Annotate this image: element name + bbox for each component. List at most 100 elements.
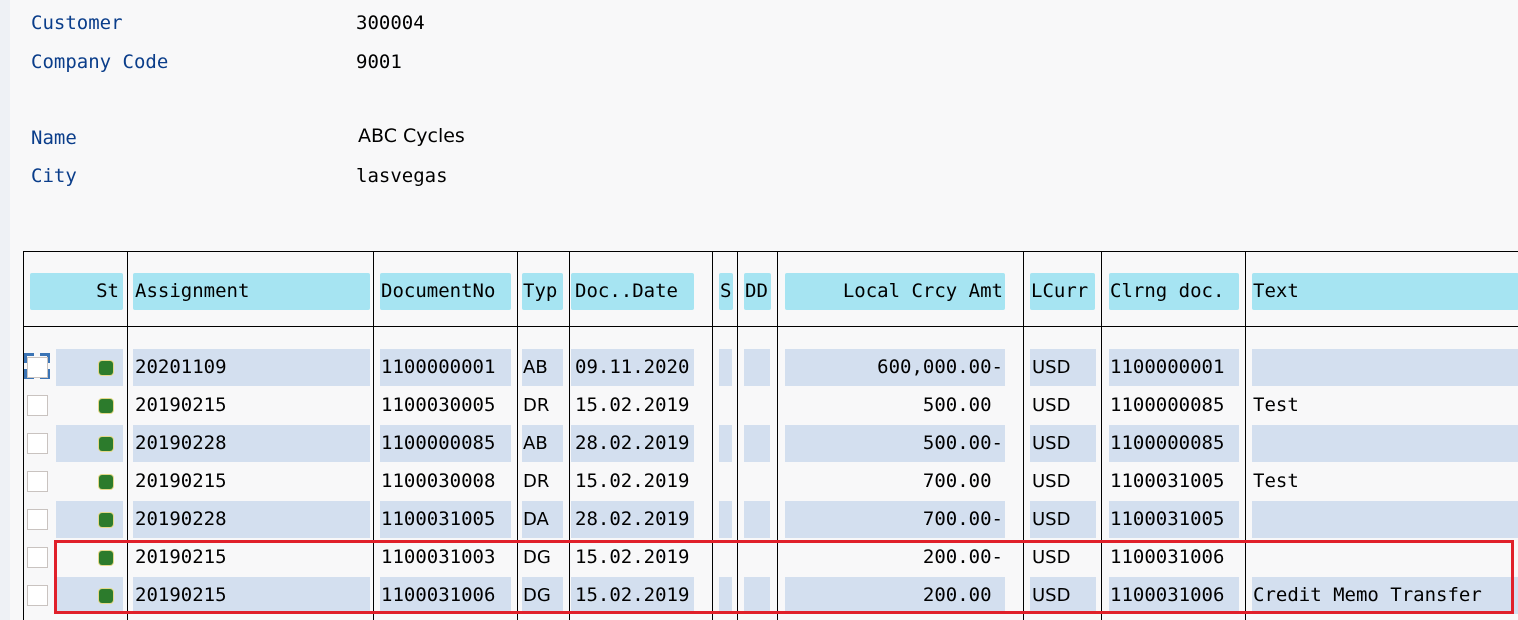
- cell-local-amt: 500.00: [922, 394, 1003, 416]
- column-divider: [23, 251, 24, 620]
- cell-dd: [744, 501, 770, 538]
- name-label: Name: [31, 127, 77, 149]
- cell-clrng-doc: 1100000001: [1109, 349, 1239, 386]
- cell-clrng-doc: 1100031006: [1110, 546, 1225, 568]
- cell-s: [719, 387, 732, 424]
- status-cell: [56, 463, 123, 500]
- cell-assignment: 20190215: [135, 394, 227, 416]
- row-select-checkbox[interactable]: [27, 433, 48, 454]
- cell-lcurr: USD: [1030, 349, 1096, 386]
- customer-value: 300004: [356, 12, 425, 34]
- column-divider: [1101, 251, 1102, 620]
- status-cell: [56, 539, 123, 576]
- table-top-border: [23, 251, 1518, 252]
- cell-assignment: 20201109: [133, 349, 370, 386]
- cell-typ: DA: [522, 501, 563, 538]
- status-cell: [56, 349, 123, 386]
- cell-document-no: 1100031005: [380, 501, 511, 538]
- cell-s: [719, 501, 732, 538]
- cell-s: [719, 463, 732, 500]
- cell-doc-date: 15.02.2019: [575, 546, 690, 568]
- cell-assignment: 20190228: [133, 425, 370, 462]
- row-select-checkbox[interactable]: [27, 357, 48, 378]
- column-divider: [1023, 251, 1024, 620]
- company-code-label: Company Code: [31, 51, 169, 73]
- status-green-icon: [99, 361, 113, 375]
- cell-text: [1252, 501, 1518, 538]
- column-divider: [712, 251, 713, 620]
- column-header-lcurr[interactable]: LCurr: [1030, 273, 1095, 310]
- row-select-checkbox[interactable]: [27, 395, 48, 416]
- column-header-st[interactable]: St: [30, 273, 123, 310]
- cell-lcurr: USD: [1032, 471, 1071, 492]
- cell-doc-date: 28.02.2019: [571, 425, 694, 462]
- cell-local-amt: 200.00-: [922, 546, 1003, 568]
- cell-local-amt: 600,000.00-: [785, 349, 1005, 386]
- cell-document-no: 1100000001: [380, 349, 511, 386]
- cell-text: [1252, 349, 1518, 386]
- row-select-checkbox[interactable]: [27, 547, 48, 568]
- cell-doc-date: 15.02.2019: [571, 577, 694, 614]
- line-items-table: St Assignment DocumentNo Typ Doc..Date S…: [23, 251, 1518, 620]
- cell-clrng-doc: 1100031006: [1109, 577, 1239, 614]
- cell-typ: DG: [522, 577, 563, 614]
- column-header-document-no[interactable]: DocumentNo: [380, 273, 511, 310]
- column-divider: [373, 251, 374, 620]
- column-header-clrng-doc[interactable]: Clrng doc.: [1109, 273, 1239, 310]
- status-cell: [56, 501, 123, 538]
- cell-text: Test: [1253, 394, 1299, 416]
- cell-dd: [744, 463, 770, 500]
- cell-text: Test: [1253, 470, 1299, 492]
- cell-assignment: 20190228: [133, 501, 370, 538]
- cell-document-no: 1100030005: [381, 394, 496, 416]
- cell-doc-date: 15.02.2019: [575, 470, 690, 492]
- cell-assignment: 20190215: [135, 470, 227, 492]
- cell-doc-date: 28.02.2019: [571, 501, 694, 538]
- cell-dd: [744, 349, 770, 386]
- cell-dd: [744, 539, 770, 576]
- cell-s: [719, 425, 732, 462]
- column-header-assignment[interactable]: Assignment: [133, 273, 370, 310]
- status-green-icon: [99, 513, 113, 527]
- column-header-doc-date[interactable]: Doc..Date: [571, 273, 694, 310]
- cell-clrng-doc: 1100000085: [1109, 425, 1239, 462]
- cell-assignment: 20190215: [133, 577, 370, 614]
- column-divider: [777, 251, 778, 620]
- column-header-text[interactable]: Text: [1252, 273, 1518, 310]
- column-header-dd[interactable]: DD: [744, 273, 771, 310]
- status-green-icon: [99, 399, 113, 413]
- cell-dd: [744, 425, 770, 462]
- cell-clrng-doc: 1100031005: [1110, 470, 1225, 492]
- cell-lcurr: USD: [1032, 547, 1071, 568]
- header-bottom-border: [23, 326, 1518, 327]
- column-divider: [1245, 251, 1246, 620]
- cell-text: [1252, 425, 1518, 462]
- customer-label: Customer: [31, 12, 123, 34]
- cell-dd: [744, 577, 770, 614]
- row-select-checkbox[interactable]: [27, 585, 48, 606]
- cell-lcurr: USD: [1032, 395, 1071, 416]
- cell-assignment: 20190215: [135, 546, 227, 568]
- status-green-icon: [99, 475, 113, 489]
- row-select-checkbox[interactable]: [27, 471, 48, 492]
- status-green-icon: [99, 437, 113, 451]
- row-select-checkbox[interactable]: [27, 509, 48, 530]
- status-cell: [56, 577, 123, 614]
- cell-document-no: 1100000085: [380, 425, 511, 462]
- cell-local-amt: 700.00-: [785, 501, 1005, 538]
- cell-typ: DR: [523, 395, 550, 416]
- city-value: lasvegas: [356, 165, 448, 187]
- column-divider: [737, 251, 738, 620]
- cell-typ: AB: [522, 349, 563, 386]
- column-header-s[interactable]: S: [719, 273, 733, 310]
- cell-s: [719, 577, 732, 614]
- cell-lcurr: USD: [1030, 577, 1096, 614]
- cell-text: [1252, 539, 1518, 576]
- column-header-typ[interactable]: Typ: [522, 273, 563, 310]
- status-cell: [56, 387, 123, 424]
- cell-local-amt: 500.00-: [785, 425, 1005, 462]
- column-header-local-crcy-amt[interactable]: Local Crcy Amt: [785, 273, 1005, 310]
- cell-doc-date: 09.11.2020: [571, 349, 694, 386]
- left-margin: [0, 0, 10, 620]
- cell-document-no: 1100031003: [381, 546, 496, 568]
